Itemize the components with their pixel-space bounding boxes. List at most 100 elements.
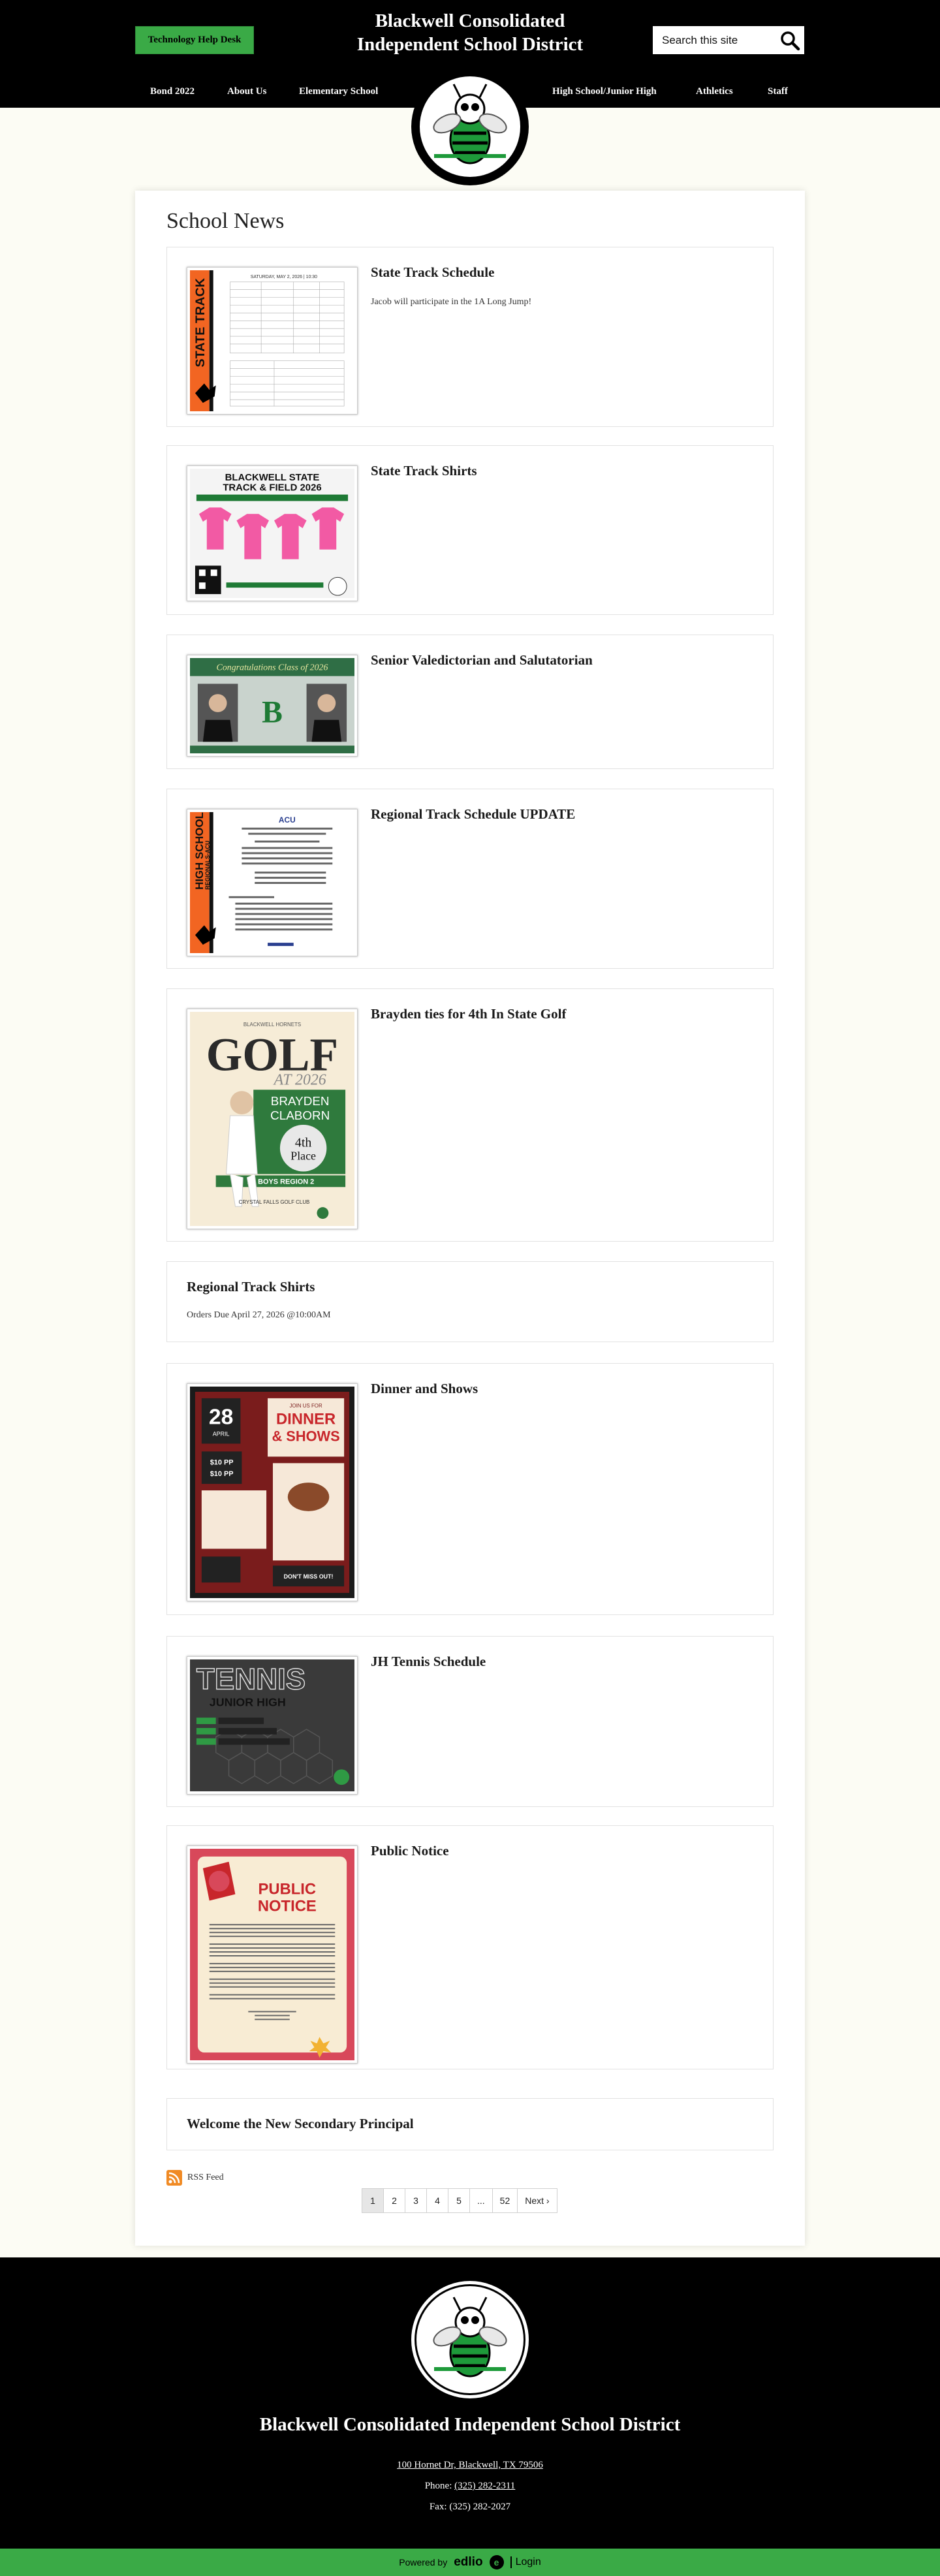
news-item-title[interactable]: Brayden ties for 4th In State Golf bbox=[371, 1006, 566, 1022]
rss-feed-label: RSS Feed bbox=[187, 2173, 224, 2182]
dinner-join: JOIN US FOR bbox=[289, 1403, 322, 1409]
site-title[interactable]: Blackwell Consolidated Independent Schoo… bbox=[300, 9, 640, 56]
shirts-title-line1: BLACKWELL STATE bbox=[225, 473, 320, 483]
golf-small-text: BLACKWELL HORNETS bbox=[243, 1022, 301, 1028]
powered-by-label: Powered by bbox=[399, 2557, 448, 2568]
rss-feed-link[interactable]: RSS Feed bbox=[166, 2170, 224, 2186]
footer-fax: Fax: (325) 282-2027 bbox=[429, 2502, 511, 2512]
news-item-thumbnail[interactable]: BLACKWELL STATE TRACK & FIELD 2026 bbox=[187, 465, 358, 601]
news-item-thumbnail[interactable]: STATE TRACK SATURDAY, MAY 2, 2026 | 10:3… bbox=[187, 267, 358, 415]
news-item-title[interactable]: Regional Track Shirts bbox=[187, 1279, 315, 1295]
news-item-regional-track-schedule[interactable]: HIGH SCHOOL REGIONALS-ACU ACU Regional T… bbox=[166, 789, 774, 969]
golf-region-text: 1A BOYS REGION 2 bbox=[247, 1178, 315, 1186]
search-input[interactable] bbox=[662, 33, 773, 47]
site-title-line1: Blackwell Consolidated bbox=[375, 10, 565, 31]
shirts-title-line2: TRACK & FIELD 2026 bbox=[223, 483, 321, 494]
news-item-thumbnail[interactable]: PUBLIC NOTICE bbox=[187, 1846, 358, 2064]
golf-place-line2: Place bbox=[290, 1150, 316, 1163]
news-item-thumbnail[interactable]: TENNIS JUNIOR HIGH bbox=[187, 1656, 358, 1795]
notice-title-line1: PUBLIC bbox=[258, 1881, 317, 1898]
page-2[interactable]: 2 bbox=[383, 2188, 405, 2213]
svg-text:ACU: ACU bbox=[279, 815, 296, 825]
page-title: School News bbox=[166, 209, 285, 233]
news-item-dinner-and-shows[interactable]: 28 APRIL JOIN US FOR DINNER & SHOWS $10 … bbox=[166, 1363, 774, 1615]
next-page-button[interactable]: Next › bbox=[517, 2188, 557, 2213]
page-4[interactable]: 4 bbox=[426, 2188, 448, 2213]
news-item-thumbnail[interactable]: HIGH SCHOOL REGIONALS-ACU ACU bbox=[187, 809, 358, 956]
news-item-title[interactable]: Welcome the New Secondary Principal bbox=[187, 2116, 414, 2132]
news-item-senior-valedictorian[interactable]: Congratulations Class of 2026 B Senior V… bbox=[166, 635, 774, 769]
site-footer: Blackwell Consolidated Independent Schoo… bbox=[0, 2257, 940, 2549]
news-item-title[interactable]: JH Tennis Schedule bbox=[371, 1654, 486, 1670]
news-item-title[interactable]: Regional Track Schedule UPDATE bbox=[371, 806, 575, 823]
dinner-date: 28 bbox=[209, 1405, 234, 1430]
hornet-logo-icon bbox=[415, 2284, 525, 2395]
site-title-line2: Independent School District bbox=[356, 34, 584, 55]
page-3[interactable]: 3 bbox=[405, 2188, 427, 2213]
track-side-text: STATE TRACK bbox=[193, 277, 208, 367]
golf-place-line1: 4th bbox=[295, 1136, 311, 1150]
footer-logo bbox=[411, 2281, 529, 2398]
golf-year-text: AT 2026 bbox=[273, 1071, 326, 1088]
powered-by-bar: Powered by edlio e Login bbox=[0, 2549, 940, 2576]
page-1[interactable]: 1 bbox=[362, 2188, 384, 2213]
news-item-brayden-golf[interactable]: BLACKWELL HORNETS GOLF AT 2026 BRAYDEN C… bbox=[166, 988, 774, 1242]
news-item-thumbnail[interactable]: BLACKWELL HORNETS GOLF AT 2026 BRAYDEN C… bbox=[187, 1009, 358, 1229]
school-news-panel: School News STATE TRACK SATURDAY, MAY 2,… bbox=[135, 191, 805, 2246]
search-icon[interactable] bbox=[779, 30, 800, 51]
edlio-e-icon: e bbox=[489, 2555, 504, 2569]
news-item-thumbnail[interactable]: Congratulations Class of 2026 B bbox=[187, 655, 358, 757]
page-ellipsis: ... bbox=[469, 2188, 493, 2213]
regional-side-line2: REGIONALS-ACU bbox=[204, 841, 211, 890]
footer-phone-link[interactable]: (325) 282-2311 bbox=[454, 2481, 515, 2491]
news-item-welcome-principal[interactable]: Welcome the New Secondary Principal bbox=[166, 2098, 774, 2150]
footer-address[interactable]: 100 Hornet Dr, Blackwell, TX 79506 bbox=[0, 2460, 940, 2471]
news-item-public-notice[interactable]: PUBLIC NOTICE Public Notice bbox=[166, 1825, 774, 2069]
golf-name-line1: BRAYDEN bbox=[271, 1094, 330, 1108]
news-item-title[interactable]: State Track Schedule bbox=[371, 264, 494, 281]
golf-name-line2: CLABORN bbox=[270, 1108, 330, 1122]
news-item-title[interactable]: Public Notice bbox=[371, 1843, 449, 1859]
golf-course-text: CRYSTAL FALLS GOLF CLUB bbox=[239, 1199, 310, 1205]
technology-help-desk-button[interactable]: Technology Help Desk bbox=[135, 26, 254, 54]
dinner-bottom-text: DON'T MISS OUT! bbox=[284, 1573, 334, 1580]
search-box bbox=[653, 26, 804, 54]
dinner-title-line1: DINNER bbox=[276, 1411, 336, 1428]
tennis-subtitle: JUNIOR HIGH bbox=[210, 1695, 286, 1708]
news-item-regional-track-shirts[interactable]: Regional Track Shirts Orders Due April 2… bbox=[166, 1261, 774, 1342]
edlio-logo[interactable]: edlio bbox=[454, 2555, 482, 2569]
news-item-thumbnail[interactable]: 28 APRIL JOIN US FOR DINNER & SHOWS $10 … bbox=[187, 1383, 358, 1601]
dinner-title-line2: & SHOWS bbox=[272, 1428, 339, 1444]
dinner-price-line1: $10 PP bbox=[210, 1458, 234, 1466]
news-item-jh-tennis-schedule[interactable]: TENNIS JUNIOR HIGH JH Tennis Schedule bbox=[166, 1636, 774, 1807]
news-item-title[interactable]: Senior Valedictorian and Salutatorian bbox=[371, 652, 593, 668]
rss-icon bbox=[166, 2170, 182, 2186]
nav-bond-2022[interactable]: Bond 2022 bbox=[150, 86, 195, 97]
notice-title-line2: NOTICE bbox=[258, 1897, 317, 1915]
dinner-month: APRIL bbox=[213, 1431, 230, 1437]
nav-high-school-junior-high[interactable]: High School/Junior High bbox=[552, 86, 657, 97]
news-item-description: Jacob will participate in the 1A Long Ju… bbox=[371, 297, 532, 307]
footer-address-link[interactable]: 100 Hornet Dr, Blackwell, TX 79506 bbox=[397, 2460, 543, 2470]
login-link[interactable]: Login bbox=[510, 2556, 541, 2568]
news-item-title[interactable]: State Track Shirts bbox=[371, 463, 477, 479]
nav-athletics[interactable]: Athletics bbox=[696, 86, 733, 97]
nav-staff[interactable]: Staff bbox=[768, 86, 788, 97]
district-logo[interactable] bbox=[411, 68, 529, 185]
nav-about-us[interactable]: About Us bbox=[227, 86, 266, 97]
pagination: 1 2 3 4 5 ... 52 Next › bbox=[362, 2188, 557, 2213]
nav-elementary-school[interactable]: Elementary School bbox=[299, 86, 378, 97]
svg-text:B: B bbox=[262, 696, 283, 730]
footer-phone: Phone: (325) 282-2311 bbox=[0, 2481, 940, 2492]
congrats-text: Congratulations Class of 2026 bbox=[217, 663, 328, 672]
page-5[interactable]: 5 bbox=[448, 2188, 470, 2213]
footer-phone-label: Phone: bbox=[424, 2481, 455, 2491]
dinner-price-line2: $10 PP bbox=[210, 1470, 234, 1478]
footer-district-name: Blackwell Consolidated Independent Schoo… bbox=[259, 2414, 681, 2435]
news-item-state-track-shirts[interactable]: BLACKWELL STATE TRACK & FIELD 2026 State… bbox=[166, 445, 774, 615]
news-item-state-track-schedule[interactable]: STATE TRACK SATURDAY, MAY 2, 2026 | 10:3… bbox=[166, 247, 774, 427]
page-52[interactable]: 52 bbox=[492, 2188, 518, 2213]
track-header-text: SATURDAY, MAY 2, 2026 | 10:30 bbox=[251, 275, 317, 279]
news-item-description: Orders Due April 27, 2026 @10:00AM bbox=[187, 1310, 331, 1320]
news-item-title[interactable]: Dinner and Shows bbox=[371, 1381, 478, 1397]
